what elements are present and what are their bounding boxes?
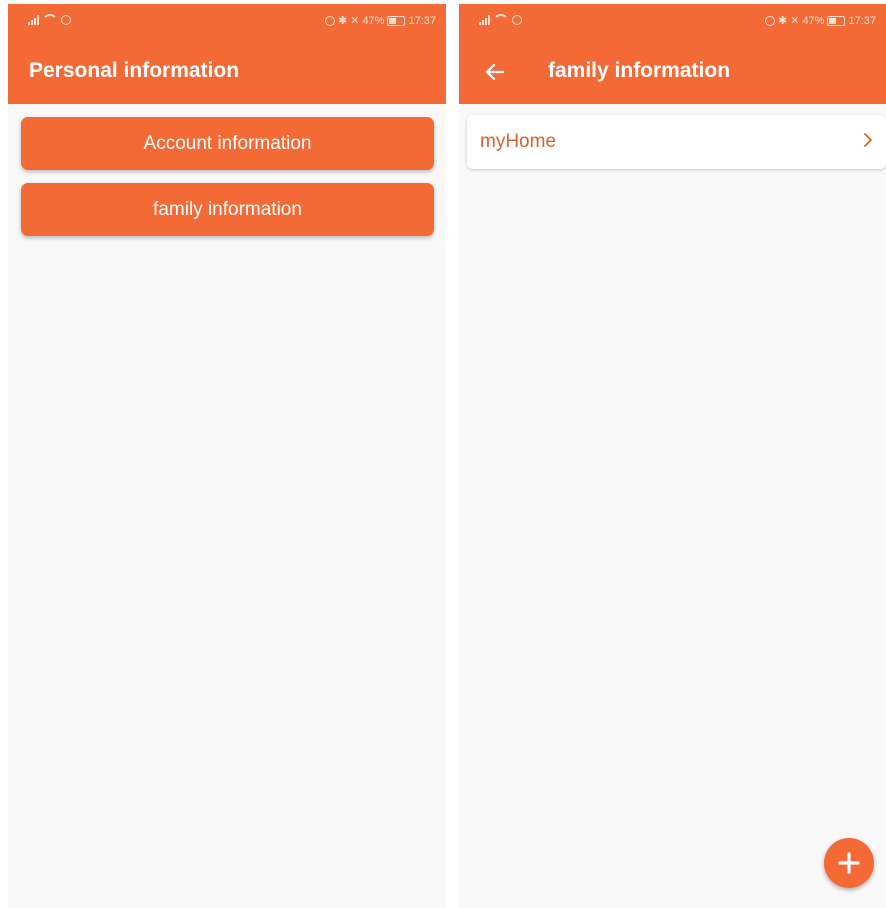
app-bar: ✱ ✕ 47% 17:37 Personal information [8,4,446,104]
wifi-icon [493,14,509,26]
wifi-icon [42,14,58,26]
status-right: ✱ ✕ 47% 17:37 [325,14,436,27]
alarm-icon [765,15,775,26]
bluetooth-icon: ✱ [778,15,788,27]
plus-icon [838,852,860,874]
family-information-screen: ✱ ✕ 47% 17:37 family information myHome [459,4,886,908]
clock: 17:37 [408,14,436,27]
status-bar: ✱ ✕ 47% 17:37 [459,4,886,38]
battery-percent: 47% [802,14,825,27]
page-title: family information [548,59,731,82]
status-right: ✱ ✕ 47% 17:37 [765,14,876,27]
battery-icon [387,15,406,26]
add-family-button[interactable] [824,838,874,888]
list-item-myhome[interactable]: myHome [467,115,886,169]
status-bar: ✱ ✕ 47% 17:37 [8,4,446,38]
status-left [28,14,71,26]
notification-icon [512,15,522,25]
signal-icon [479,15,490,25]
chevron-right-icon [864,133,872,147]
personal-information-screen: ✱ ✕ 47% 17:37 Personal information Accou… [8,4,446,908]
signal-icon [28,15,39,25]
battery-percent: 47% [362,14,385,27]
list-item-label: myHome [480,131,557,152]
account-information-button[interactable]: Account information [21,117,434,170]
family-information-button[interactable]: family information [21,183,434,236]
mute-icon: ✕ [350,15,360,27]
arrow-left-icon [485,63,505,81]
bluetooth-icon: ✱ [338,15,348,27]
page-title: Personal information [29,59,240,82]
back-button[interactable] [477,54,513,90]
app-bar: ✱ ✕ 47% 17:37 family information [459,4,886,104]
mute-icon: ✕ [790,15,800,27]
battery-icon [827,15,846,26]
clock: 17:37 [848,14,876,27]
notification-icon [61,15,71,25]
alarm-icon [325,15,335,26]
status-left [479,14,522,26]
